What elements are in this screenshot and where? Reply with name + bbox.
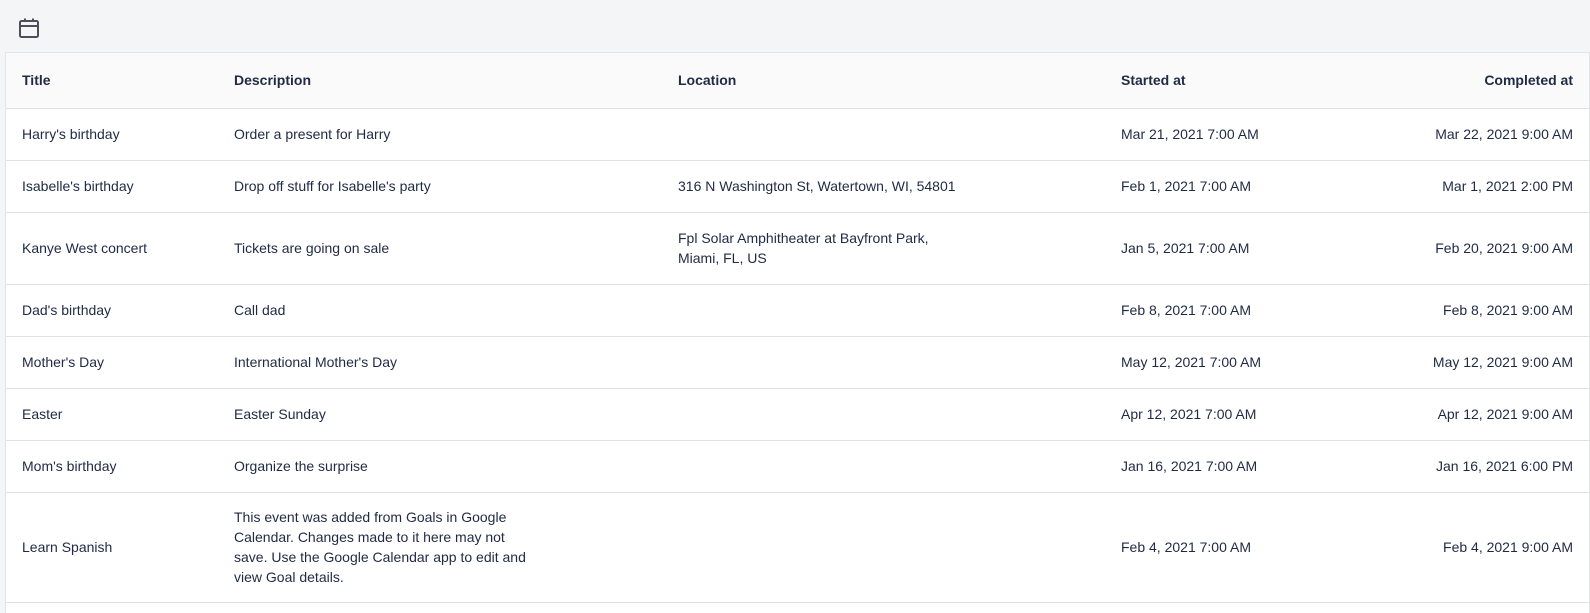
cell-started-at: Feb 4, 2021 7:00 AM: [1105, 492, 1365, 603]
cell-location: [662, 336, 1105, 389]
cell-title: Harry's birthday: [6, 108, 218, 161]
table-header: Title Description Location Started at Co…: [6, 53, 1589, 108]
cell-started-at: May 12, 2021 7:00 AM: [1105, 336, 1365, 389]
table-row[interactable]: Harry's birthday Order a present for Har…: [6, 108, 1589, 161]
table-row[interactable]: Mom's birthday Organize the surprise Jan…: [6, 440, 1589, 493]
cell-description: Easter Sunday: [218, 388, 662, 441]
cell-started-at: Feb 8, 2021 7:00 AM: [1105, 284, 1365, 337]
cell-location: [662, 492, 1105, 603]
column-header-description[interactable]: Description: [218, 53, 662, 108]
cell-completed-at: Mar 1, 2021 2:00 PM: [1365, 160, 1589, 213]
cell-title: Learn Spanish: [6, 492, 218, 603]
column-header-location[interactable]: Location: [662, 53, 1105, 108]
cell-title: Dad's birthday: [6, 284, 218, 337]
column-header-title[interactable]: Title: [6, 53, 218, 108]
table-row[interactable]: Learn Spanish This event was added from …: [6, 492, 1589, 603]
cell-started-at: Feb 1, 2021 7:00 AM: [1105, 160, 1365, 213]
cell-completed-at: May 12, 2021 9:00 AM: [1365, 336, 1589, 389]
events-table-card: Title Description Location Started at Co…: [5, 52, 1590, 613]
cell-location: [662, 388, 1105, 441]
table-row[interactable]: Mother's Day International Mother's Day …: [6, 336, 1589, 389]
cell-completed-at: Apr 12, 2021 9:00 AM: [1365, 388, 1589, 441]
cell-title: Mother's Day: [6, 336, 218, 389]
cell-title: Mom's birthday: [6, 440, 218, 493]
column-header-completed-at[interactable]: Completed at: [1365, 53, 1589, 108]
cell-started-at: Apr 12, 2021 7:00 AM: [1105, 388, 1365, 441]
cell-location: Fpl Solar Amphitheater at Bayfront Park,…: [678, 230, 929, 266]
cell-started-at: Jan 16, 2021 7:00 AM: [1105, 440, 1365, 493]
cell-location: 316 N Washington St, Watertown, WI, 5480…: [662, 160, 1105, 213]
cell-started-at: Jan 5, 2021 7:00 AM: [1105, 212, 1365, 285]
cell-description: Organize the surprise: [218, 440, 662, 493]
cell-title: Kanye West concert: [6, 212, 218, 285]
table-row[interactable]: Isabelle's birthday Drop off stuff for I…: [6, 160, 1589, 213]
cell-description: Call dad: [218, 284, 662, 337]
cell-location-wrapper: Fpl Solar Amphitheater at Bayfront Park,…: [662, 212, 1105, 285]
cell-completed-at: Feb 8, 2021 9:00 AM: [1365, 284, 1589, 337]
cell-completed-at: Mar 22, 2021 9:00 AM: [1365, 108, 1589, 161]
cell-description: International Mother's Day: [218, 336, 662, 389]
table-row[interactable]: Kanye West concert Tickets are going on …: [6, 212, 1589, 285]
cell-completed-at: Jan 16, 2021 6:00 PM: [1365, 440, 1589, 493]
cell-location: [662, 108, 1105, 161]
table-row[interactable]: Easter Easter Sunday Apr 12, 2021 7:00 A…: [6, 388, 1589, 441]
cell-description: This event was added from Goals in Googl…: [234, 509, 526, 585]
cell-title: Easter: [6, 388, 218, 441]
calendar-icon[interactable]: [18, 17, 40, 39]
cell-started-at: Mar 21, 2021 7:00 AM: [1105, 108, 1365, 161]
cell-completed-at: Feb 20, 2021 9:00 AM: [1365, 212, 1589, 285]
cell-description: Order a present for Harry: [218, 108, 662, 161]
column-header-started-at[interactable]: Started at: [1105, 53, 1365, 108]
cell-location: [662, 440, 1105, 493]
cell-location: [662, 284, 1105, 337]
header-row: Title Description Location Started at Co…: [6, 53, 1589, 108]
cell-description: Tickets are going on sale: [218, 212, 662, 285]
cell-description-wrapper: This event was added from Goals in Googl…: [218, 492, 662, 603]
table-body: Harry's birthday Order a present for Har…: [6, 108, 1589, 603]
cell-title: Isabelle's birthday: [6, 160, 218, 213]
table-row[interactable]: Dad's birthday Call dad Feb 8, 2021 7:00…: [6, 284, 1589, 337]
cell-description: Drop off stuff for Isabelle's party: [218, 160, 662, 213]
events-table: Title Description Location Started at Co…: [6, 53, 1589, 603]
toolbar: [0, 0, 1590, 52]
cell-completed-at: Feb 4, 2021 9:00 AM: [1365, 492, 1589, 603]
